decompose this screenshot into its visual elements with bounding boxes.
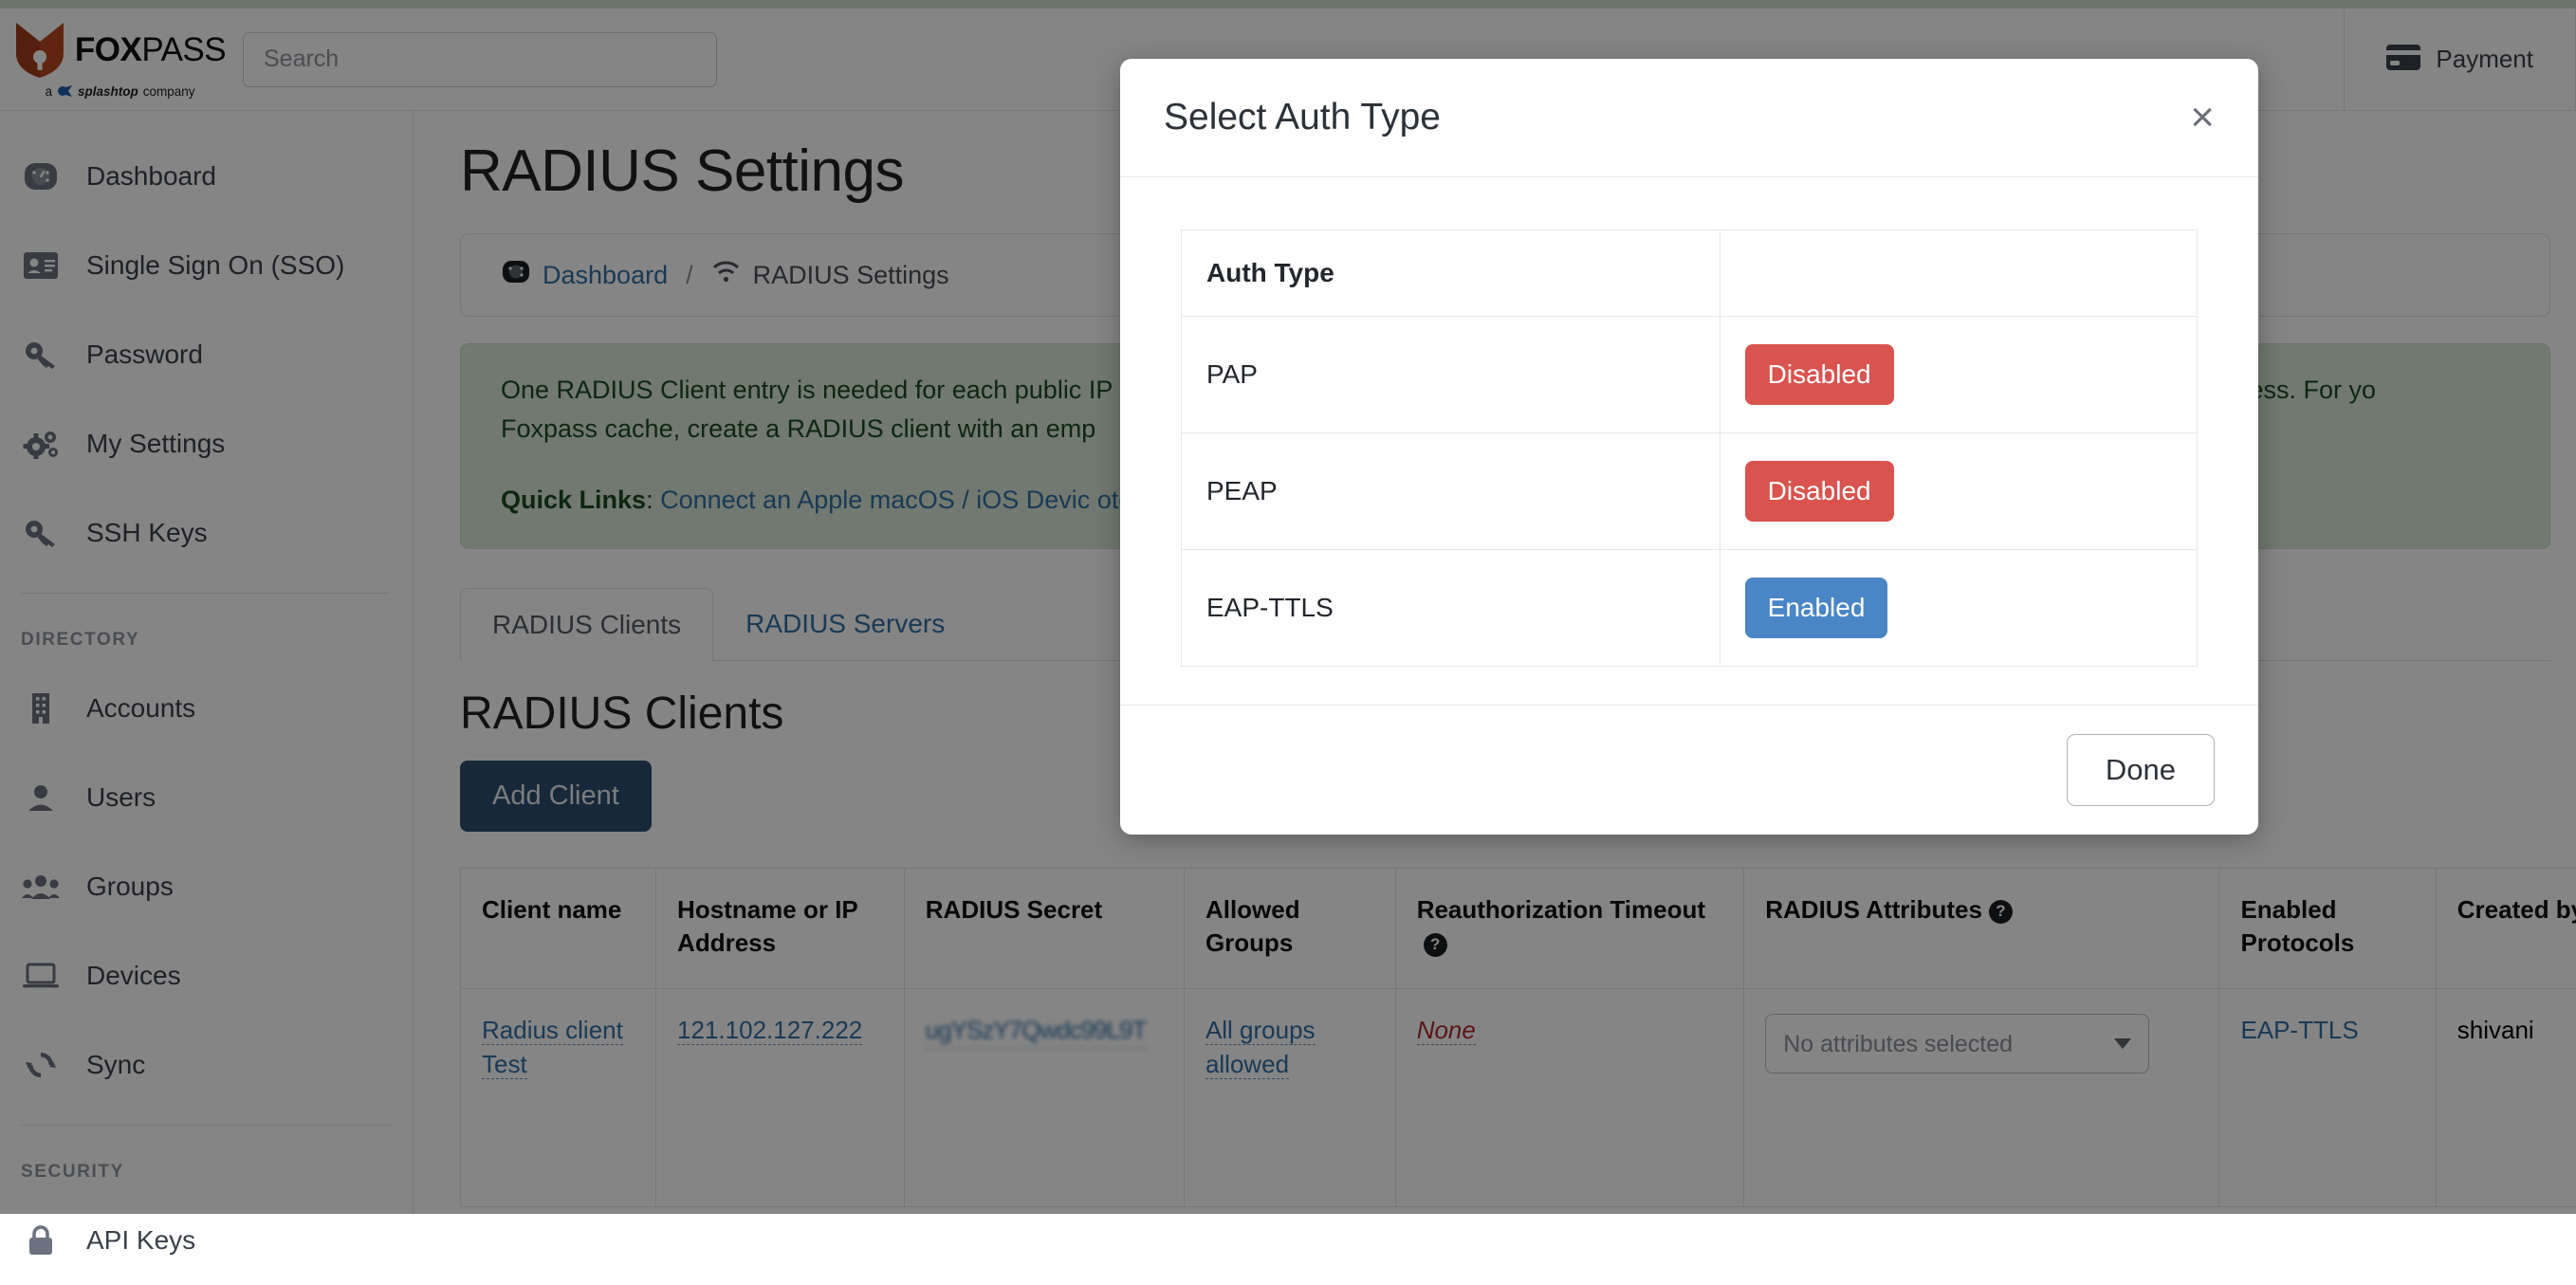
auth-status-cell-peap: Disabled bbox=[1720, 433, 2197, 550]
modal-footer: Done bbox=[1120, 705, 2258, 835]
auth-row-eap-ttls: EAP-TTLS Enabled bbox=[1182, 550, 2198, 667]
auth-toggle-eap-ttls[interactable]: Enabled bbox=[1745, 578, 1888, 638]
auth-name-peap: PEAP bbox=[1182, 433, 1720, 550]
auth-table-header-row: Auth Type bbox=[1182, 230, 2198, 317]
auth-status-cell-eap-ttls: Enabled bbox=[1720, 550, 2197, 667]
select-auth-type-modal: Select Auth Type × Auth Type PAP Disable… bbox=[1120, 59, 2258, 835]
auth-type-table: Auth Type PAP Disabled PEAP Disabled EAP… bbox=[1181, 229, 2198, 667]
auth-name-eap-ttls: EAP-TTLS bbox=[1182, 550, 1720, 667]
auth-name-pap: PAP bbox=[1182, 317, 1720, 433]
sidebar-item-label: API Keys bbox=[86, 1225, 195, 1256]
modal-header: Select Auth Type × bbox=[1120, 59, 2258, 177]
modal-body: Auth Type PAP Disabled PEAP Disabled EAP… bbox=[1120, 177, 2258, 705]
close-icon[interactable]: × bbox=[2190, 97, 2215, 138]
auth-toggle-peap[interactable]: Disabled bbox=[1745, 461, 1894, 522]
done-button[interactable]: Done bbox=[2067, 734, 2215, 806]
auth-row-pap: PAP Disabled bbox=[1182, 317, 2198, 433]
column-auth-status bbox=[1720, 230, 2197, 317]
column-auth-type: Auth Type bbox=[1182, 230, 1720, 317]
modal-title: Select Auth Type bbox=[1164, 97, 1441, 138]
auth-status-cell-pap: Disabled bbox=[1720, 317, 2197, 433]
auth-row-peap: PEAP Disabled bbox=[1182, 433, 2198, 550]
lock-icon bbox=[21, 1225, 61, 1256]
auth-toggle-pap[interactable]: Disabled bbox=[1745, 344, 1894, 405]
